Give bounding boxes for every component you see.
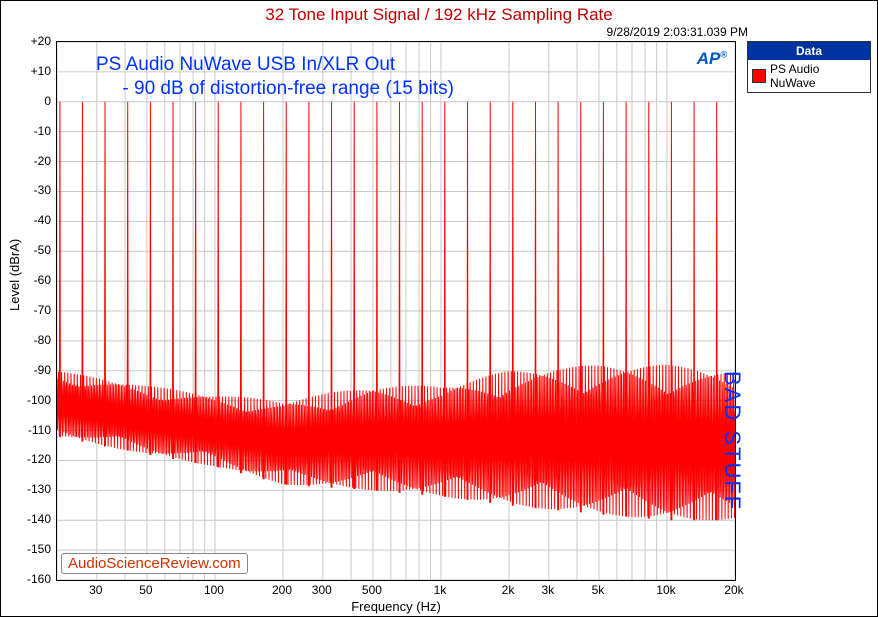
x-tick: 20k xyxy=(724,583,743,597)
annotation-main: PS Audio NuWave USB In/XLR Out - 90 dB o… xyxy=(96,53,454,101)
y-tick: -110 xyxy=(1,423,51,437)
x-tick: 5k xyxy=(592,583,605,597)
y-tick: -140 xyxy=(1,512,51,526)
y-tick: +20 xyxy=(1,34,51,48)
x-tick: 50 xyxy=(139,583,152,597)
y-tick: -150 xyxy=(1,542,51,556)
x-tick: 300 xyxy=(312,583,332,597)
y-tick: -90 xyxy=(1,363,51,377)
y-tick: -70 xyxy=(1,303,51,317)
y-tick: -120 xyxy=(1,452,51,466)
x-tick: 100 xyxy=(204,583,224,597)
y-tick: -60 xyxy=(1,273,51,287)
legend: Data PS Audio NuWave xyxy=(747,41,871,93)
legend-swatch xyxy=(752,69,766,83)
plot-area xyxy=(56,41,736,581)
y-tick: -80 xyxy=(1,333,51,347)
y-tick: -40 xyxy=(1,213,51,227)
legend-row: PS Audio NuWave xyxy=(748,60,870,92)
legend-header: Data xyxy=(748,42,870,60)
timestamp: 9/28/2019 2:03:31.039 PM xyxy=(607,25,748,39)
y-tick: 0 xyxy=(1,94,51,108)
x-tick: 3k xyxy=(541,583,554,597)
legend-series-label: PS Audio NuWave xyxy=(770,62,866,90)
x-tick: 500 xyxy=(362,583,382,597)
x-tick: 200 xyxy=(272,583,292,597)
y-tick: -10 xyxy=(1,124,51,138)
y-tick: -20 xyxy=(1,154,51,168)
plot-svg xyxy=(57,42,735,580)
app-frame: 32 Tone Input Signal / 192 kHz Sampling … xyxy=(0,0,878,617)
watermark: AudioScienceReview.com xyxy=(61,553,248,574)
y-tick: -30 xyxy=(1,183,51,197)
y-tick: -160 xyxy=(1,572,51,586)
x-tick: 30 xyxy=(89,583,102,597)
ap-logo: AP® xyxy=(697,49,727,69)
chart-title: 32 Tone Input Signal / 192 kHz Sampling … xyxy=(1,5,877,25)
annotation-bad-stuff: BAD STUFF xyxy=(719,371,745,511)
y-tick: -130 xyxy=(1,482,51,496)
y-tick: -50 xyxy=(1,243,51,257)
y-tick: +10 xyxy=(1,64,51,78)
x-tick: 10k xyxy=(656,583,675,597)
x-tick: 2k xyxy=(502,583,515,597)
x-tick: 1k xyxy=(434,583,447,597)
y-tick: -100 xyxy=(1,393,51,407)
x-axis-label: Frequency (Hz) xyxy=(56,599,736,614)
